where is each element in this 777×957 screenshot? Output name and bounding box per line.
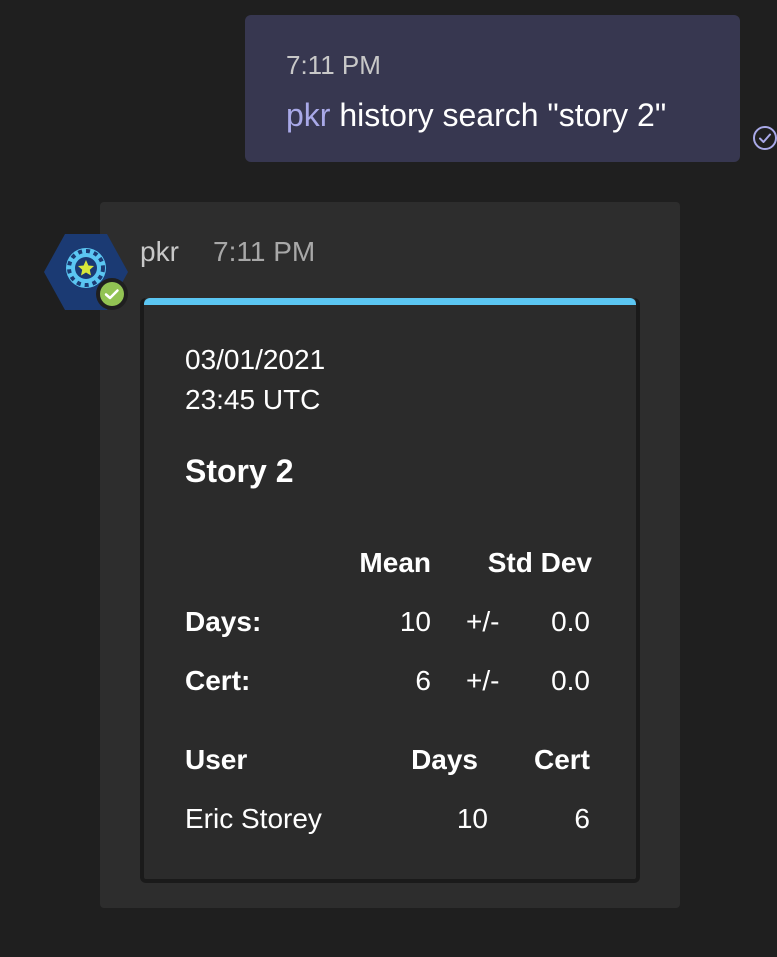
stats-row-label: Cert: — [185, 665, 251, 696]
user-row-name: Eric Storey — [185, 803, 322, 834]
card-accent-bar — [144, 298, 636, 305]
mention-pkr[interactable]: pkr — [286, 97, 330, 133]
stats-row-plus-minus: +/- — [466, 606, 500, 637]
user-row-cert: 6 — [574, 803, 590, 834]
stats-row-mean: 6 — [415, 665, 431, 696]
chat-view: 7:11 PM pkr history search "story 2" pkr… — [0, 0, 777, 957]
user-header-days: Days — [411, 744, 478, 775]
card-time: 23:45 UTC — [185, 384, 321, 415]
available-check-icon — [100, 282, 124, 306]
sent-message-time: 7:11 PM — [286, 50, 381, 80]
sent-message-bubble[interactable]: 7:11 PM pkr history search "story 2" — [245, 15, 740, 162]
poker-chip-icon[interactable] — [44, 231, 128, 313]
sender-name[interactable]: pkr — [140, 236, 179, 268]
card-date: 03/01/2021 — [185, 344, 326, 375]
adaptive-card: 03/01/2021 23:45 UTC Story 2 Mean Std De… — [140, 298, 640, 883]
user-header-user: User — [185, 744, 248, 775]
check-circle-icon — [753, 126, 777, 150]
user-row-days: 10 — [456, 803, 488, 834]
received-message-time: 7:11 PM — [213, 236, 316, 267]
stats-row-label: Days: — [185, 606, 262, 637]
stats-header-std-dev: Std Dev — [487, 547, 592, 578]
user-header-cert: Cert — [533, 744, 590, 775]
stats-row-std: 0.0 — [551, 606, 590, 637]
stats-row-std: 0.0 — [551, 665, 590, 696]
card-title: Story 2 — [185, 453, 294, 489]
stats-row-mean: 10 — [399, 606, 431, 637]
sent-message-body: history search "story 2" — [330, 97, 667, 133]
stats-header-mean: Mean — [359, 547, 431, 578]
sent-message-text: pkr history search "story 2" — [286, 97, 666, 133]
stats-row-plus-minus: +/- — [466, 665, 500, 696]
